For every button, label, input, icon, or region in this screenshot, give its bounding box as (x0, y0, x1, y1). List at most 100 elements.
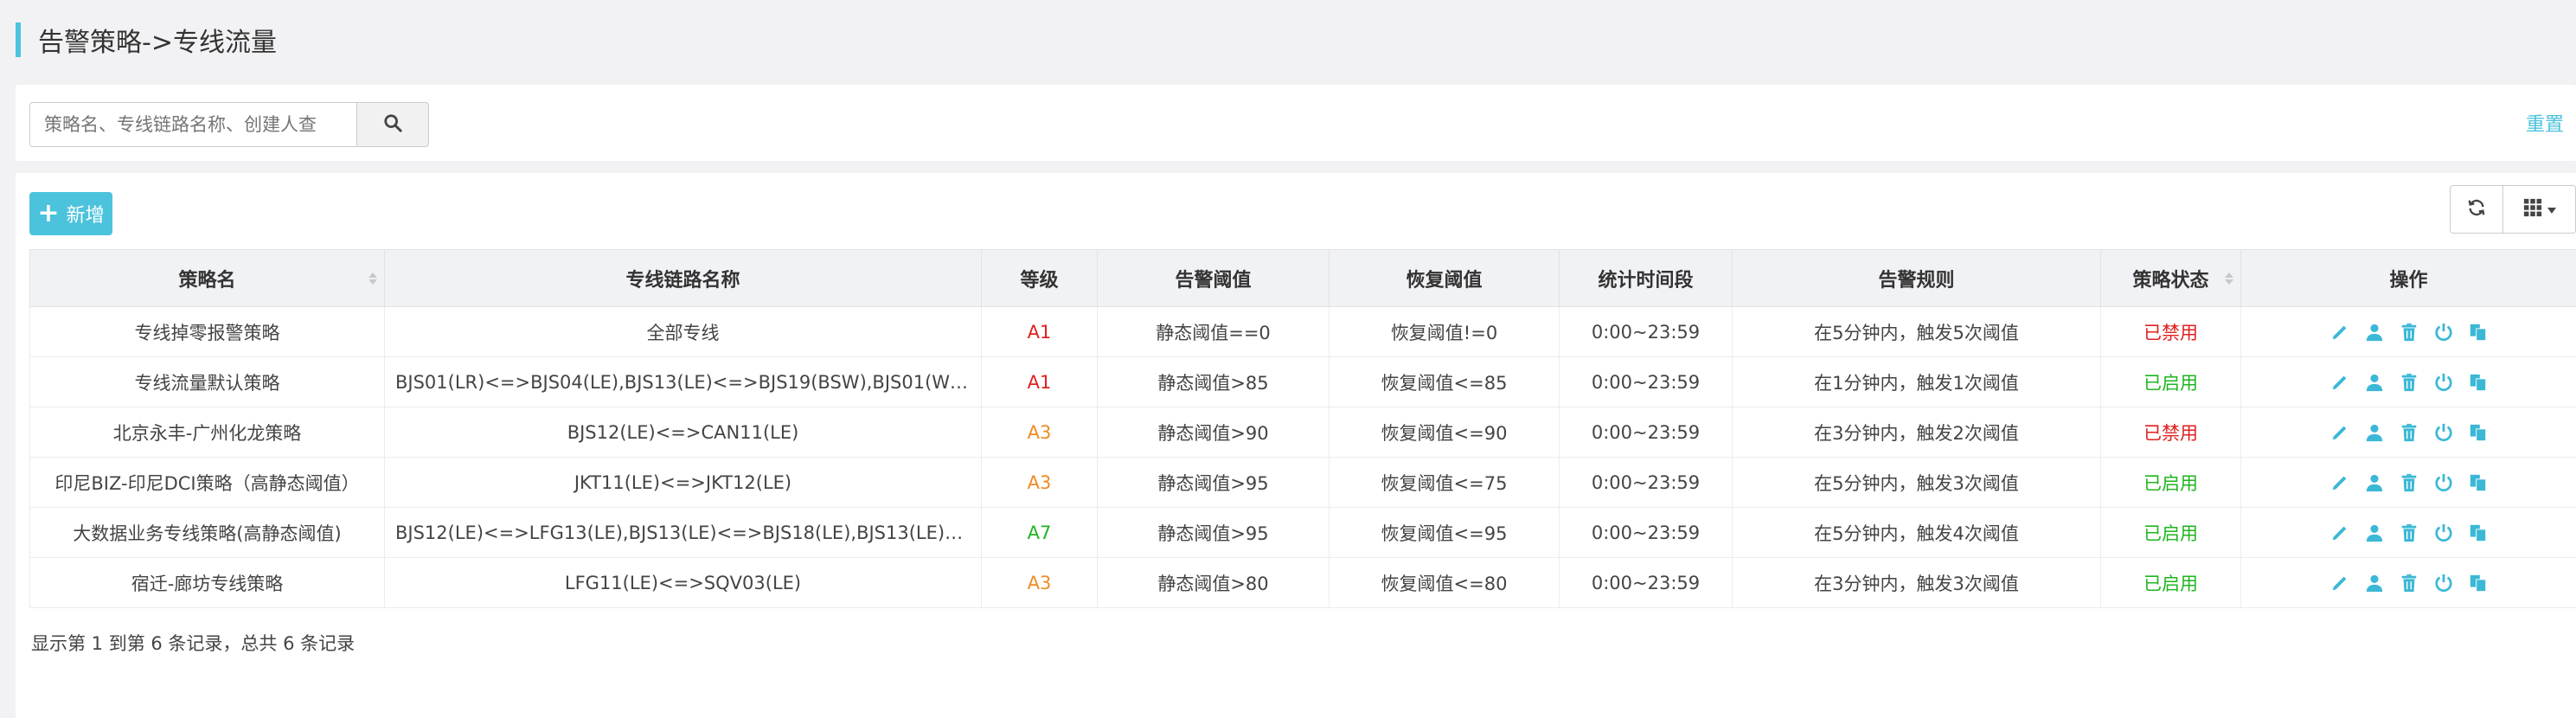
trash-icon[interactable] (2399, 372, 2419, 393)
edit-icon[interactable] (2329, 372, 2350, 393)
copy-icon[interactable] (2468, 472, 2489, 493)
level-cell: A3 (981, 557, 1098, 608)
row-actions (2252, 322, 2566, 343)
power-icon[interactable] (2433, 522, 2454, 543)
table-row: 专线掉零报警策略 全部专线 A1 静态阈值==0 恢复阈值!=0 0:00~23:59 在5… (29, 306, 2576, 357)
table-tools (2450, 185, 2576, 234)
alarm-threshold-cell: 静态阈值>90 (1097, 407, 1330, 458)
trash-icon[interactable] (2399, 472, 2419, 493)
policy-name-cell: 宿迁-廊坊专线策略 (29, 557, 385, 608)
edit-icon[interactable] (2329, 322, 2350, 343)
level-cell: A3 (981, 457, 1098, 508)
search-panel: 重置 (16, 85, 2576, 161)
edit-icon[interactable] (2329, 522, 2350, 543)
alarm-threshold-cell: 静态阈值==0 (1097, 306, 1330, 357)
header-alarm-rule: 告警规则 (1732, 249, 2101, 307)
level-cell: A3 (981, 407, 1098, 458)
status-cell: 已启用 (2100, 457, 2241, 508)
row-actions (2252, 522, 2566, 543)
trash-icon[interactable] (2399, 322, 2419, 343)
header-label: 策略状态 (2132, 269, 2209, 292)
status-cell: 已禁用 (2100, 407, 2241, 458)
header-label: 策略名 (178, 269, 236, 292)
power-icon[interactable] (2433, 372, 2454, 393)
period-cell: 0:00~23:59 (1559, 457, 1733, 508)
user-icon[interactable] (2364, 573, 2385, 593)
alarm-rule-cell: 在1分钟内，触发1次阈值 (1732, 356, 2101, 407)
alarm-threshold-cell: 静态阈值>80 (1097, 557, 1330, 608)
level-cell: A1 (981, 356, 1098, 407)
policy-name-cell: 专线掉零报警策略 (29, 306, 385, 357)
user-icon[interactable] (2364, 422, 2385, 443)
add-button-label: 新增 (66, 205, 105, 227)
table-header-row: 策略名 专线链路名称 等级 告警阈值 恢复阈值 统计时间段 告警规则 策略状态 … (29, 249, 2576, 307)
power-icon[interactable] (2433, 422, 2454, 443)
table-row: 印尼BIZ-印尼DCI策略（高静态阈值） JKT11(LE)<=>JKT12(LE… (29, 457, 2576, 508)
actions-cell (2240, 457, 2576, 508)
search-input[interactable] (29, 102, 356, 147)
refresh-button[interactable] (2450, 185, 2503, 234)
trash-icon[interactable] (2399, 573, 2419, 593)
recover-threshold-cell: 恢复阈值!=0 (1329, 306, 1560, 357)
header-link-name: 专线链路名称 (384, 249, 982, 307)
table-row: 专线流量默认策略 BJS01(LR)<=>BJS04(LE),BJS13(LE)<… (29, 356, 2576, 407)
link-name-cell: LFG11(LE)<=>SQV03(LE) (384, 557, 982, 608)
page-title: 告警策略->专线流量 (38, 28, 277, 58)
power-icon[interactable] (2433, 472, 2454, 493)
sort-icon (368, 272, 377, 285)
columns-toggle-button[interactable] (2503, 185, 2576, 234)
header-level: 等级 (981, 249, 1098, 307)
link-name-cell: 全部专线 (384, 306, 982, 357)
link-name-cell: BJS01(LR)<=>BJS04(LE),BJS13(LE)<=>BJS19(… (384, 356, 982, 407)
recover-threshold-cell: 恢复阈值<=95 (1329, 507, 1560, 558)
edit-icon[interactable] (2329, 422, 2350, 443)
status-cell: 已启用 (2100, 507, 2241, 558)
actions-cell (2240, 557, 2576, 608)
header-recover-threshold: 恢复阈值 (1329, 249, 1560, 307)
grid-icon (2523, 198, 2542, 221)
alarm-threshold-cell: 静态阈值>95 (1097, 507, 1330, 558)
copy-icon[interactable] (2468, 422, 2489, 443)
row-actions (2252, 422, 2566, 443)
trash-icon[interactable] (2399, 522, 2419, 543)
alarm-rule-cell: 在5分钟内，触发4次阈值 (1732, 507, 2101, 558)
alarm-threshold-cell: 静态阈值>95 (1097, 457, 1330, 508)
policy-name-cell: 大数据业务专线策略(高静态阈值) (29, 507, 385, 558)
policy-name-cell: 北京永丰-广州化龙策略 (29, 407, 385, 458)
user-icon[interactable] (2364, 522, 2385, 543)
copy-icon[interactable] (2468, 322, 2489, 343)
link-name-cell: JKT11(LE)<=>JKT12(LE) (384, 457, 982, 508)
period-cell: 0:00~23:59 (1559, 507, 1733, 558)
caret-down-icon (2547, 202, 2556, 218)
user-icon[interactable] (2364, 372, 2385, 393)
recover-threshold-cell: 恢复阈值<=80 (1329, 557, 1560, 608)
user-icon[interactable] (2364, 322, 2385, 343)
add-button[interactable]: + 新增 (29, 192, 112, 235)
edit-icon[interactable] (2329, 472, 2350, 493)
header-status[interactable]: 策略状态 (2100, 249, 2241, 307)
policy-name-cell: 印尼BIZ-印尼DCI策略（高静态阈值） (29, 457, 385, 508)
header-alarm-threshold: 告警阈值 (1097, 249, 1330, 307)
header-actions: 操作 (2240, 249, 2576, 307)
alarm-rule-cell: 在3分钟内，触发2次阈值 (1732, 407, 2101, 458)
trash-icon[interactable] (2399, 422, 2419, 443)
row-actions (2252, 372, 2566, 393)
reset-link[interactable]: 重置 (2526, 109, 2564, 137)
copy-icon[interactable] (2468, 372, 2489, 393)
period-cell: 0:00~23:59 (1559, 557, 1733, 608)
level-cell: A7 (981, 507, 1098, 558)
search-icon (383, 113, 402, 136)
user-icon[interactable] (2364, 472, 2385, 493)
policy-table: 策略名 专线链路名称 等级 告警阈值 恢复阈值 统计时间段 告警规则 策略状态 … (29, 249, 2576, 608)
row-actions (2252, 573, 2566, 593)
copy-icon[interactable] (2468, 522, 2489, 543)
edit-icon[interactable] (2329, 573, 2350, 593)
copy-icon[interactable] (2468, 573, 2489, 593)
header-policy-name[interactable]: 策略名 (29, 249, 385, 307)
power-icon[interactable] (2433, 322, 2454, 343)
plus-icon: + (37, 198, 60, 228)
alarm-rule-cell: 在3分钟内，触发3次阈值 (1732, 557, 2101, 608)
power-icon[interactable] (2433, 573, 2454, 593)
search-button[interactable] (356, 102, 429, 147)
link-name-cell: BJS12(LE)<=>LFG13(LE),BJS13(LE)<=>BJS18(… (384, 507, 982, 558)
